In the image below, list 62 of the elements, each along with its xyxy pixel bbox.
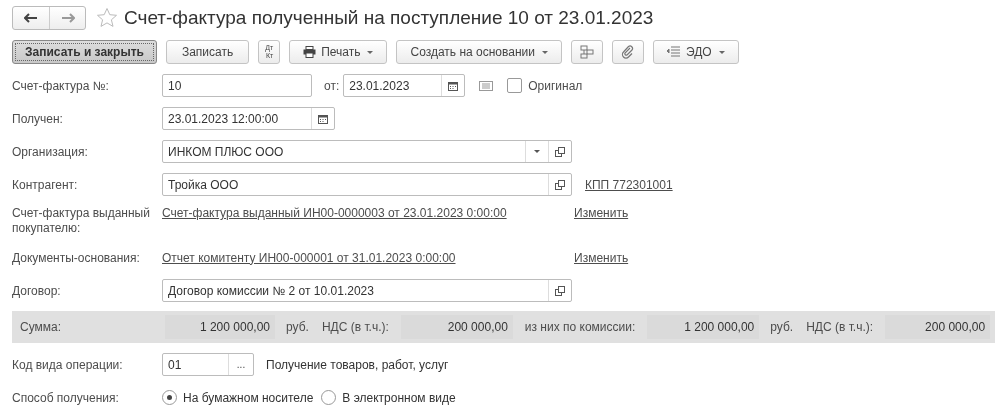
field-label: Организация: <box>12 144 89 159</box>
counterparty-field[interactable]: Тройка ООО <box>162 173 572 196</box>
field-label: из них по комиссии: <box>524 320 636 334</box>
original-checkbox[interactable]: Оригинал <box>507 78 583 93</box>
left-arrow-icon <box>24 13 38 23</box>
change-link[interactable]: Изменить <box>574 206 629 221</box>
amount-value: 1 200 000,00 <box>165 315 275 339</box>
calendar-icon <box>318 113 328 124</box>
structure-button[interactable] <box>571 40 603 64</box>
field-label: НДС (в т.ч.): <box>806 320 874 334</box>
calendar-icon <box>448 80 459 91</box>
open-icon <box>555 179 565 190</box>
hierarchy-icon <box>580 45 594 59</box>
dropdown-icon <box>534 150 540 153</box>
edo-button[interactable]: ЭДО <box>653 40 739 64</box>
open-icon <box>555 146 565 157</box>
create-based-on-button[interactable]: Создать на основании <box>396 40 562 64</box>
save-button[interactable]: Записать <box>165 40 250 64</box>
caret-icon <box>542 50 548 54</box>
currency-label: руб. <box>770 320 794 334</box>
operation-code-field[interactable]: 01 ... <box>162 353 254 376</box>
paperclip-icon <box>621 45 635 59</box>
attach-button[interactable] <box>612 40 644 64</box>
amount-value: 1 200 000,00 <box>647 315 760 339</box>
printer-icon <box>303 46 317 58</box>
date-field[interactable]: 23.01.2023 <box>343 74 466 97</box>
document-link[interactable]: Отчет комитенту ИН00-000001 от 31.01.2023 0:00:00 <box>162 250 574 265</box>
caret-icon <box>718 50 725 54</box>
document-exchange-icon <box>667 45 681 59</box>
field-label: Способ получения: <box>12 390 120 405</box>
vat-value: 200 000,00 <box>885 315 991 339</box>
radio-option[interactable]: В электронном виде <box>321 390 456 405</box>
field-label: Счет-фактура выданный покупателю: <box>12 206 151 236</box>
field-label: Контрагент: <box>12 177 79 192</box>
radio-option[interactable]: На бумажном носителе <box>162 390 314 405</box>
select-button[interactable]: ... <box>228 354 253 375</box>
open-icon <box>555 285 565 296</box>
field-label: Код вида операции: <box>12 357 124 372</box>
field-label: от: <box>324 78 340 93</box>
field-label: Документы-основания: <box>12 250 141 265</box>
list-icon[interactable] <box>479 80 494 91</box>
change-link[interactable]: Изменить <box>574 250 629 265</box>
kpp-link[interactable]: КПП 772301001 <box>585 177 673 192</box>
currency-label: руб. <box>286 320 309 334</box>
star-icon[interactable] <box>96 7 118 29</box>
save-and-close-button[interactable]: Записать и закрыть <box>12 40 157 64</box>
field-label: Получен: <box>12 111 64 126</box>
vat-value: 200 000,00 <box>400 315 513 339</box>
field-label: НДС (в т.ч.): <box>321 320 389 334</box>
date-time-field[interactable]: 23.01.2023 12:00:00 <box>162 107 335 130</box>
number-field[interactable]: 10 <box>162 74 312 97</box>
right-arrow-icon <box>60 13 75 23</box>
field-label: Сумма: <box>20 320 63 334</box>
organization-field[interactable]: ИНКОМ ПЛЮС ООО <box>162 140 572 163</box>
field-label: Договор: <box>12 283 62 298</box>
window-title: Счет-фактура полученный на поступление 10 от 23.01.2023 <box>124 7 654 29</box>
invoice-link[interactable]: Счет-фактура выданный ИН00-0000003 от 23.01.2023 0:00:00 <box>162 206 574 221</box>
field-label: Счет-фактура №: <box>12 78 110 93</box>
caret-icon <box>367 50 374 54</box>
print-button[interactable]: Печать <box>289 40 388 64</box>
operation-description: Получение товаров, работ, услуг <box>266 357 449 372</box>
contract-field[interactable]: Договор комиссии № 2 от 10.01.2023 <box>162 279 572 302</box>
